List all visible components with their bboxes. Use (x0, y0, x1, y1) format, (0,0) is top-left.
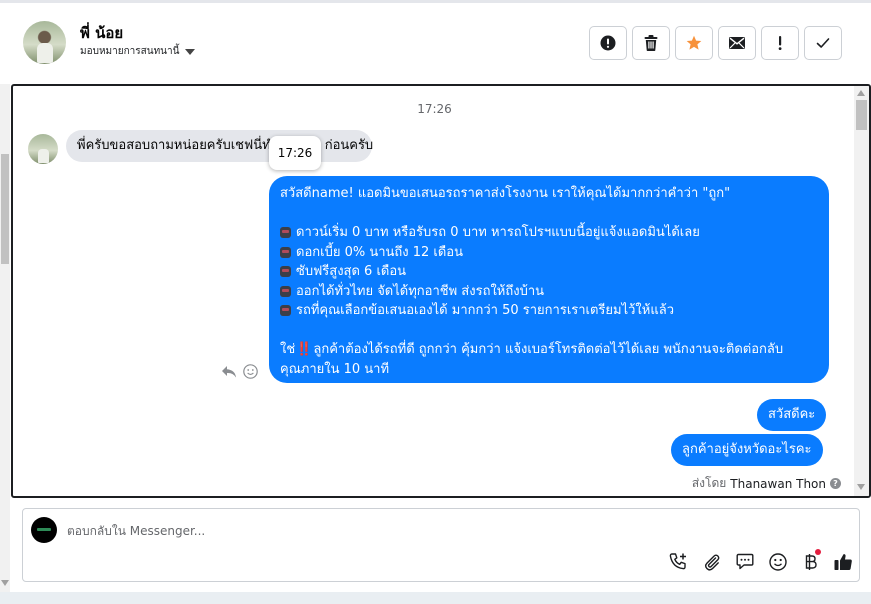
smiley-icon (768, 552, 787, 571)
thumbs-up-icon (834, 553, 852, 570)
call-add-button[interactable] (668, 551, 689, 572)
saved-replies-button[interactable] (734, 551, 755, 572)
react-smiley-icon[interactable] (243, 364, 258, 379)
page-scrollbar-thumb[interactable] (1, 154, 9, 264)
message-line: รถที่คุณเลือกข้อเสนอเองได้ มากกว่า 50 รา… (280, 301, 818, 321)
thread-timestamp: 17:26 (417, 102, 452, 116)
reply-composer (22, 508, 860, 582)
composer-tools (668, 549, 854, 572)
outgoing-message-short[interactable]: สวัสดีคะ (757, 399, 827, 431)
assign-label: มอบหมายการสนทนานี้ (80, 46, 180, 57)
emoji-button[interactable] (767, 551, 788, 572)
sent-by-name: Thanawan Thon (730, 476, 826, 491)
page-scrollbar[interactable] (0, 84, 10, 594)
checkmark-icon (816, 38, 830, 48)
scroll-up-arrow-icon[interactable] (857, 90, 865, 96)
car-emoji-icon (280, 285, 291, 297)
notification-dot (815, 549, 821, 555)
message-line: ดอกเบี้ย 0% นานถึง 12 เดือน (280, 243, 818, 263)
message-line: ซับฟรีสูงสุด 6 เดือน (280, 262, 818, 282)
page-avatar (31, 517, 57, 543)
outgoing-message-short[interactable]: ลูกค้าอยู่จังหวัดอะไรคะ (671, 434, 823, 466)
chat-bubble-icon (736, 553, 753, 570)
mark-unread-button[interactable] (718, 26, 756, 60)
payment-button[interactable] (800, 549, 821, 572)
reply-input[interactable] (67, 521, 667, 541)
conversation-header: พี่ น้อย มอบหมายการสนทนานี้ (0, 0, 871, 84)
incoming-avatar[interactable] (28, 134, 58, 164)
attach-button[interactable] (701, 551, 722, 572)
assign-conversation-dropdown[interactable]: มอบหมายการสนทนานี้ (80, 44, 196, 59)
car-emoji-icon (280, 266, 291, 278)
message-line: ออกได้ทั่วไทย จัดได้ทุกอาชีพ ส่งรถให้ถึง… (280, 282, 818, 302)
phone-plus-icon (669, 553, 686, 570)
message-line: ดาวน์เริ่ม 0 บาท หรือรับรถ 0 บาท หารถโปร… (280, 223, 818, 243)
car-emoji-icon (280, 246, 291, 258)
follow-up-button[interactable] (761, 26, 799, 60)
star-button[interactable] (675, 26, 713, 60)
message-line: สวัสดีname! แอดมินขอเสนอรถราคาส่งโรงงาน … (280, 186, 731, 201)
like-button[interactable] (833, 551, 854, 572)
reply-icon[interactable] (221, 365, 237, 379)
caret-down-icon (185, 48, 196, 55)
envelope-icon (729, 37, 745, 49)
top-divider (0, 0, 871, 3)
car-emoji-icon (280, 305, 291, 317)
car-emoji-icon (280, 227, 291, 239)
message-time-tooltip: 17:26 (269, 136, 321, 170)
thread-scrollbar-thumb[interactable] (856, 100, 867, 130)
mark-done-button[interactable] (804, 26, 842, 60)
scroll-down-arrow-icon[interactable] (857, 484, 865, 490)
outgoing-message-long[interactable]: สวัสดีname! แอดมินขอเสนอรถราคาส่งโรงงาน … (269, 176, 829, 383)
question-mark-icon[interactable]: ? (830, 478, 841, 489)
message-tools (221, 364, 258, 379)
bottom-strip (0, 592, 871, 604)
incoming-message[interactable]: พี่ครับขอสอบถามหน่อยครับเชฟนี่ทำอย่างไร … (66, 130, 373, 162)
sent-by-note: ส่งโดย Thanawan Thon ? (692, 474, 841, 493)
exclamation-circle-icon (600, 35, 616, 51)
sent-by-label: ส่งโดย (691, 476, 727, 490)
conversation-actions (589, 26, 842, 60)
message-line: คุณภายใน 10 นาที (280, 361, 390, 377)
message-thread: 17:26 พี่ครับขอสอบถามหน่อยครับเชฟนี่ทำอย… (11, 84, 871, 498)
message-line: ใช่ ‼️ ลูกค้าต้องได้รถที่ดี ถูกกว่า คุ้มกว… (280, 340, 818, 360)
report-button[interactable] (589, 26, 627, 60)
star-icon (686, 35, 702, 50)
baht-icon (805, 553, 817, 570)
exclamation-icon (778, 36, 782, 50)
page-scroll-down-arrow-icon[interactable] (1, 580, 9, 586)
paperclip-icon (704, 553, 719, 571)
delete-button[interactable] (632, 26, 670, 60)
trash-icon (644, 35, 658, 51)
double-exclamation-emoji: ‼️ (296, 342, 313, 357)
thread-scrollbar[interactable] (854, 86, 869, 496)
contact-name[interactable]: พี่ น้อย (80, 21, 123, 45)
contact-avatar[interactable] (23, 21, 66, 64)
